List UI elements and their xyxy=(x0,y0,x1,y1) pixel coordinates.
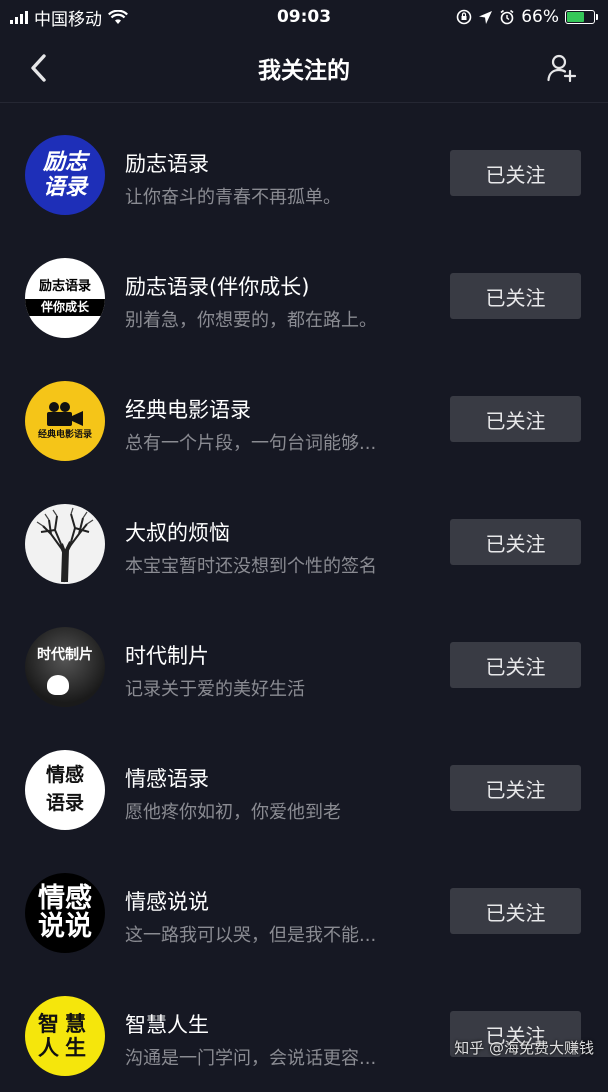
account-description: 总有一个片段，一句台词能够... xyxy=(125,433,377,454)
account-description: 沟通是一门学问，会说话更容... xyxy=(125,1048,377,1069)
account-name: 智慧人生 xyxy=(125,1013,209,1037)
avatar[interactable]: 时代制片 xyxy=(25,627,105,707)
signal-icon xyxy=(10,10,28,24)
list-item[interactable]: 大叔的烦恼 本宝宝暂时还没想到个性的签名 已关注 xyxy=(0,477,608,600)
alarm-icon xyxy=(500,9,514,25)
add-friend-button[interactable] xyxy=(544,52,580,84)
page-title: 我关注的 xyxy=(258,58,350,84)
account-description: 这一路我可以哭，但是我不能... xyxy=(125,925,377,946)
battery-percent: 66% xyxy=(521,7,559,27)
following-button[interactable]: 已关注 xyxy=(450,519,581,565)
battery-icon xyxy=(565,10,598,24)
account-name: 情感语录 xyxy=(125,767,209,791)
back-button[interactable] xyxy=(22,52,54,84)
following-button[interactable]: 已关注 xyxy=(450,150,581,196)
account-name: 时代制片 xyxy=(125,644,209,668)
status-time: 09:03 xyxy=(276,7,332,27)
avatar[interactable]: 励志语录 伴你成长 xyxy=(25,258,105,338)
avatar[interactable]: 智慧 人生 xyxy=(25,996,105,1076)
avatar[interactable]: 励志 语录 xyxy=(25,135,105,215)
account-name: 大叔的烦恼 xyxy=(125,521,230,545)
status-right: 66% xyxy=(456,7,598,27)
following-button[interactable]: 已关注 xyxy=(450,396,581,442)
account-description: 本宝宝暂时还没想到个性的签名 xyxy=(125,556,377,577)
cartoon-character-image xyxy=(47,675,69,695)
account-description: 别着急，你想要的，都在路上。 xyxy=(125,310,377,331)
rotation-lock-icon xyxy=(456,9,472,25)
following-list: 励志 语录 励志语录 让你奋斗的青春不再孤单。 已关注 励志语录 伴你成长 励志… xyxy=(0,108,608,1092)
location-icon xyxy=(479,10,493,24)
carrier-label: 中国移动 xyxy=(34,9,102,30)
avatar[interactable]: 经典电影语录 xyxy=(25,381,105,461)
list-item[interactable]: 励志 语录 励志语录 让你奋斗的青春不再孤单。 已关注 xyxy=(0,108,608,231)
list-item[interactable]: 智慧 人生 智慧人生 沟通是一门学问，会说话更容... 已关注 xyxy=(0,969,608,1092)
list-item[interactable]: 经典电影语录 经典电影语录 总有一个片段，一句台词能够... 已关注 xyxy=(0,354,608,477)
list-item[interactable]: 情感 说说 情感说说 这一路我可以哭，但是我不能... 已关注 xyxy=(0,846,608,969)
following-button[interactable]: 已关注 xyxy=(450,888,581,934)
following-button[interactable]: 已关注 xyxy=(450,642,581,688)
following-button[interactable]: 已关注 xyxy=(450,765,581,811)
list-item[interactable]: 励志语录 伴你成长 励志语录(伴你成长) 别着急，你想要的，都在路上。 已关注 xyxy=(0,231,608,354)
avatar[interactable]: 情感 说说 xyxy=(25,873,105,953)
account-description: 愿他疼你如初，你爱他到老 xyxy=(125,802,341,823)
list-item[interactable]: 时代制片 时代制片 记录关于爱的美好生活 已关注 xyxy=(0,600,608,723)
chevron-left-icon xyxy=(31,54,46,82)
add-user-icon xyxy=(547,54,577,82)
avatar[interactable] xyxy=(25,504,105,584)
account-name: 情感说说 xyxy=(125,890,209,914)
avatar[interactable]: 情感 语录 xyxy=(25,750,105,830)
account-name: 励志语录 xyxy=(125,152,209,176)
account-name: 励志语录(伴你成长) xyxy=(125,275,310,299)
film-camera-icon xyxy=(47,402,83,427)
watermark: 知乎 @海免费大赚钱 xyxy=(454,1039,594,1057)
list-item[interactable]: 情感 语录 情感语录 愿他疼你如初，你爱他到老 已关注 xyxy=(0,723,608,846)
status-left: 中国移动 xyxy=(10,5,128,30)
account-description: 让你奋斗的青春不再孤单。 xyxy=(125,187,341,208)
nav-bar: 我关注的 xyxy=(0,34,608,103)
wifi-icon xyxy=(108,9,128,24)
following-button[interactable]: 已关注 xyxy=(450,273,581,319)
account-name: 经典电影语录 xyxy=(125,398,251,422)
status-bar: 中国移动 09:03 66% xyxy=(0,0,608,34)
account-description: 记录关于爱的美好生活 xyxy=(125,679,305,700)
bare-tree-image xyxy=(36,507,94,583)
